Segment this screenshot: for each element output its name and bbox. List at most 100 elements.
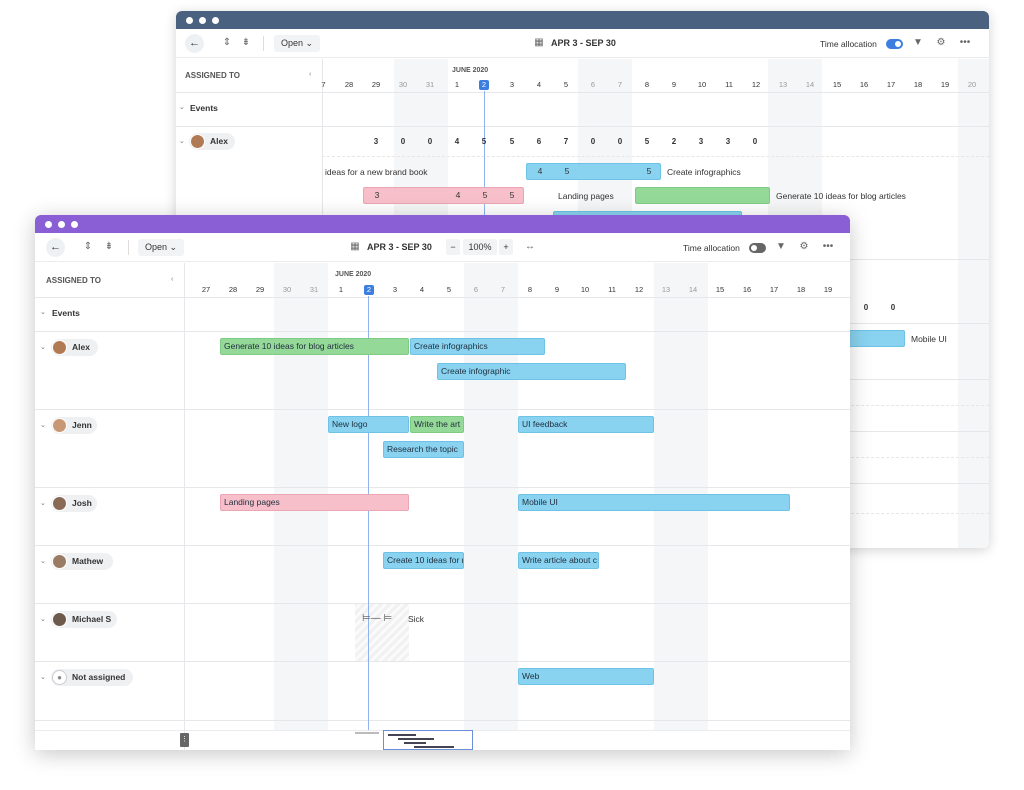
window-dot-icon[interactable] xyxy=(186,17,193,24)
open-label: Open xyxy=(281,38,304,48)
more-icon[interactable]: ••• xyxy=(958,36,972,50)
sick-leave-block[interactable] xyxy=(355,603,409,661)
task-label[interactable]: Landing pages xyxy=(558,190,614,202)
task-bar-create-infographics[interactable]: Create infographics xyxy=(410,338,545,355)
task-bar-write-article-about[interactable]: Write article about c xyxy=(518,552,599,569)
collapse-left-icon[interactable]: ‹ xyxy=(309,70,311,80)
row-divider xyxy=(35,487,850,488)
chevron-down-icon[interactable]: ⌄ xyxy=(179,137,185,147)
time-allocation-toggle[interactable] xyxy=(886,39,903,49)
divider xyxy=(128,240,129,255)
window-dot-icon[interactable] xyxy=(71,221,78,228)
filter-icon[interactable]: ▼ xyxy=(775,240,787,254)
window-dot-icon[interactable] xyxy=(199,17,206,24)
allocation-count: 7 xyxy=(563,137,569,146)
task-bar-create-infographic[interactable]: Create infographic xyxy=(437,363,626,380)
person-chip-not-assigned[interactable]: ● Not assigned xyxy=(51,669,133,686)
task-bar-blog-ideas[interactable] xyxy=(635,187,770,204)
day-label: 17 xyxy=(886,80,896,89)
row-divider xyxy=(176,126,989,127)
zoom-level[interactable]: 100% xyxy=(463,239,497,255)
time-allocation-toggle[interactable] xyxy=(749,243,766,253)
day-label: 19 xyxy=(940,80,950,89)
minimap-line xyxy=(414,746,454,748)
person-chip-josh[interactable]: Josh xyxy=(51,495,97,512)
window-dot-icon[interactable] xyxy=(58,221,65,228)
person-chip-alex[interactable]: Alex xyxy=(51,339,98,356)
task-label[interactable]: Generate 10 ideas for blog articles xyxy=(776,190,906,202)
chevron-down-icon[interactable]: ⌄ xyxy=(179,103,185,113)
person-chip-michael-s[interactable]: Michael S xyxy=(51,611,117,628)
chevron-down-icon[interactable]: ⌄ xyxy=(40,343,46,353)
task-bar-new-logo[interactable]: New logo xyxy=(328,416,409,433)
day-label: 31 xyxy=(425,80,435,89)
expand-rows-icon[interactable]: ⇟ xyxy=(103,240,115,254)
task-bar-landing-pages[interactable]: 3 4 5 5 2 xyxy=(363,187,524,204)
day-label: 15 xyxy=(715,285,725,294)
task-label[interactable]: ideas for a new brand book xyxy=(325,166,428,178)
settings-gear-icon[interactable]: ⚙ xyxy=(798,240,810,254)
back-arrow-icon[interactable]: ← xyxy=(46,238,65,257)
weekend-shade xyxy=(958,59,989,548)
task-bar-mobile-ui[interactable] xyxy=(846,330,905,347)
task-bar-create-infographics[interactable]: 4 5 5 xyxy=(526,163,661,180)
chevron-down-icon[interactable]: ⌄ xyxy=(40,673,46,683)
task-bar-research[interactable]: Research the topic xyxy=(383,441,464,458)
zoom-in-button[interactable]: + xyxy=(499,239,513,255)
settings-gear-icon[interactable]: ⚙ xyxy=(935,36,947,50)
chevron-down-icon[interactable]: ⌄ xyxy=(40,615,46,625)
chevron-down-icon[interactable]: ⌄ xyxy=(40,557,46,567)
collapse-rows-icon[interactable]: ⇕ xyxy=(82,240,94,254)
zoom-out-button[interactable]: − xyxy=(446,239,460,255)
drag-handle-icon[interactable]: ⋮ xyxy=(180,733,189,747)
minimap[interactable] xyxy=(383,730,473,750)
person-chip-alex[interactable]: Alex xyxy=(189,133,235,150)
window-dot-icon[interactable] xyxy=(212,17,219,24)
toolbar: ← ⇕ ⇟ Open ⌄ ▦ APR 3 - SEP 30 − 100% + ↔… xyxy=(35,233,850,262)
allocation-count: 3 xyxy=(698,137,704,146)
task-bar-ui-feedback[interactable]: UI feedback xyxy=(518,416,654,433)
open-dropdown[interactable]: Open ⌄ xyxy=(274,35,321,52)
collapse-rows-icon[interactable]: ⇕ xyxy=(221,36,233,50)
person-chip-jenn[interactable]: Jenn xyxy=(51,417,97,434)
row-divider xyxy=(176,92,989,93)
avatar xyxy=(52,418,67,433)
allocation-count: 3 xyxy=(373,137,379,146)
open-dropdown[interactable]: Open ⌄ xyxy=(138,239,185,256)
day-label: 9 xyxy=(671,80,677,89)
title-bar xyxy=(176,11,989,29)
avatar xyxy=(52,612,67,627)
task-label[interactable]: Mobile UI xyxy=(911,333,947,345)
day-label: 4 xyxy=(419,285,425,294)
window-dot-icon[interactable] xyxy=(45,221,52,228)
date-range[interactable]: APR 3 - SEP 30 xyxy=(367,241,432,254)
person-chip-mathew[interactable]: Mathew xyxy=(51,553,113,570)
day-label: 31 xyxy=(309,285,319,294)
fit-width-icon[interactable]: ↔ xyxy=(521,240,539,254)
task-bar-create-10-ideas[interactable]: Create 10 ideas for r xyxy=(383,552,464,569)
task-bar-mobile-ui[interactable]: Mobile UI xyxy=(518,494,790,511)
calendar-icon[interactable]: ▦ xyxy=(533,36,545,50)
filter-icon[interactable]: ▼ xyxy=(912,36,924,50)
back-arrow-icon[interactable]: ← xyxy=(185,34,204,53)
task-label[interactable]: Create infographics xyxy=(667,166,741,178)
assigned-to-header: ASSIGNED TO xyxy=(46,276,101,285)
date-range[interactable]: APR 3 - SEP 30 xyxy=(551,37,616,50)
more-icon[interactable]: ••• xyxy=(821,240,835,254)
expand-rows-icon[interactable]: ⇟ xyxy=(240,36,252,50)
scroll-indicator[interactable] xyxy=(355,732,379,734)
collapse-left-icon[interactable]: ‹ xyxy=(171,275,173,285)
weekend-shade xyxy=(464,263,518,730)
allocation-count: 2 xyxy=(671,137,677,146)
day-label: 8 xyxy=(644,80,650,89)
chevron-down-icon[interactable]: ⌄ xyxy=(40,308,46,318)
day-label: 30 xyxy=(282,285,292,294)
chevron-down-icon[interactable]: ⌄ xyxy=(40,421,46,431)
task-bar-write-article[interactable]: Write the art xyxy=(410,416,464,433)
task-bar-landing-pages[interactable]: Landing pages xyxy=(220,494,409,511)
calendar-icon[interactable]: ▦ xyxy=(349,240,361,254)
task-bar-web[interactable]: Web xyxy=(518,668,654,685)
person-name: Mathew xyxy=(72,556,104,566)
task-bar-generate-blog[interactable]: Generate 10 ideas for blog articles xyxy=(220,338,409,355)
chevron-down-icon[interactable]: ⌄ xyxy=(40,499,46,509)
